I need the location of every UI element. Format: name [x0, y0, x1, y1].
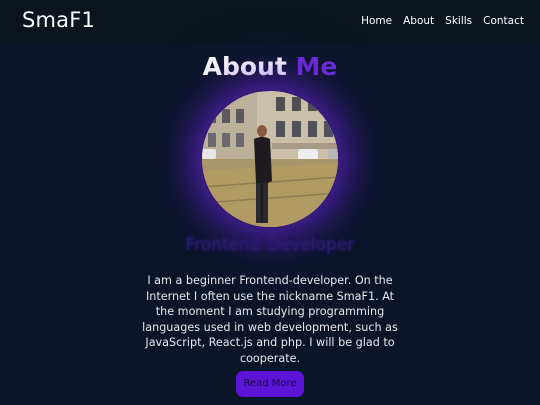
read-more-button[interactable]: Read More [236, 371, 304, 397]
nav-link-skills[interactable]: Skills [445, 15, 472, 27]
navbar: SmaF1 Home About Skills Contact [0, 0, 540, 44]
profile-photo [201, 90, 339, 228]
nav-menu: Home About Skills Contact [361, 15, 524, 27]
nav-link-about[interactable]: About [403, 15, 434, 27]
site-logo[interactable]: SmaF1 [22, 8, 95, 32]
profile-photo-image [202, 91, 338, 227]
nav-link-contact[interactable]: Contact [483, 15, 524, 27]
nav-link-home[interactable]: Home [361, 15, 392, 27]
page-title: About Me [0, 50, 540, 84]
page-title-accent: Me [295, 52, 338, 81]
page-title-main: About [202, 52, 287, 81]
role-title: Frontend-Developer [185, 235, 355, 255]
about-description: I am a beginner Frontend-developer. On t… [142, 274, 398, 365]
